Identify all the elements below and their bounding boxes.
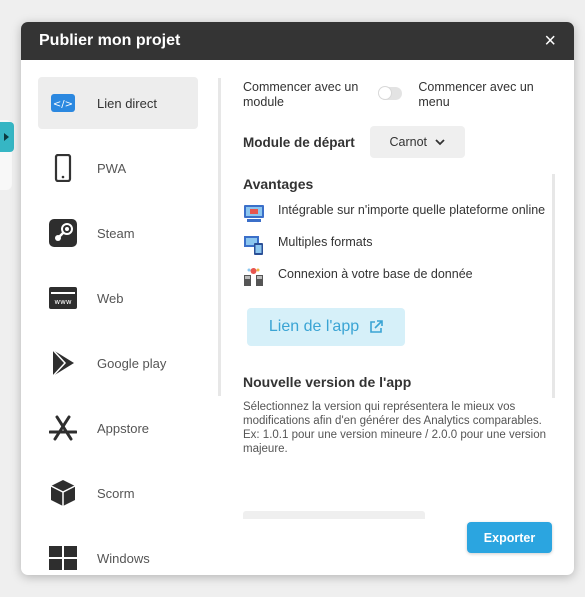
sidebar-item-label: Google play — [97, 355, 167, 371]
version-description: Sélectionnez la version qui représentera… — [243, 401, 547, 455]
start-mode-toggle[interactable] — [378, 86, 403, 100]
appstore-icon — [49, 414, 77, 442]
sidebar-item-steam[interactable]: Steam — [38, 207, 198, 259]
package-icon — [49, 479, 77, 507]
sidebar-item-label: Lien direct — [97, 95, 157, 111]
sidebar-item-appstore[interactable]: Appstore — [38, 402, 198, 454]
sidebar-item-pwa[interactable]: PWA — [38, 142, 198, 194]
start-mode-toggle-row: Commencer avec un module Commencer avec … — [243, 75, 563, 110]
sidebar-item-label: Scorm — [97, 485, 135, 501]
embed-icon — [243, 202, 265, 224]
sidebar-item-label: PWA — [97, 160, 127, 176]
content-scrollbar[interactable] — [552, 174, 555, 398]
app-link-button[interactable]: Lien de l'app — [247, 308, 405, 346]
sidebar-item-windows[interactable]: Windows — [38, 532, 198, 584]
advantage-text: Connexion à votre base de donnée — [278, 267, 473, 281]
start-module-select[interactable]: Carnot — [369, 126, 465, 158]
app-link-label: Lien de l'app — [268, 318, 360, 335]
sidebar-item-google-play[interactable]: Google play — [38, 337, 198, 389]
database-icon — [243, 266, 265, 288]
sidebar-item-scorm[interactable]: Scorm — [38, 467, 198, 519]
advantage-item: Multiples formats — [243, 234, 563, 256]
toggle-knob — [378, 86, 393, 100]
background-expand-tab[interactable] — [0, 122, 14, 152]
svg-text:</>: </> — [53, 99, 73, 110]
advantage-text: Intégrable sur n'importe quelle platefor… — [278, 203, 546, 217]
smartphone-icon — [49, 154, 77, 182]
browser-window-icon: www — [49, 284, 77, 312]
sidebar-item-label: Windows — [97, 550, 150, 566]
version-input[interactable] — [243, 511, 425, 519]
svg-text:www: www — [54, 298, 71, 306]
version-title: Nouvelle version de l'app — [243, 374, 412, 390]
modal-header: Publier mon projet × — [21, 22, 574, 60]
sidebar-divider — [218, 78, 221, 396]
publish-content: Commencer avec un module Commencer avec … — [243, 75, 563, 456]
sidebar-item-web[interactable]: www Web — [38, 272, 198, 324]
google-play-icon — [49, 349, 77, 377]
export-button[interactable]: Exporter — [467, 522, 552, 553]
sidebar-item-lien-direct[interactable]: </> Lien direct — [38, 77, 198, 129]
modal-title: Publier mon projet — [39, 32, 181, 49]
sidebar-item-label: Web — [97, 290, 124, 306]
windows-icon — [49, 544, 77, 572]
advantages-title: Avantages — [243, 176, 314, 192]
advantage-item: Intégrable sur n'importe quelle platefor… — [243, 202, 563, 224]
advantage-item: Connexion à votre base de donnée — [243, 266, 563, 288]
devices-icon — [243, 234, 265, 256]
advantage-text: Multiples formats — [278, 235, 373, 249]
start-module-row: Module de départ Carnot — [243, 126, 563, 158]
sidebar-item-label: Steam — [97, 225, 135, 241]
code-icon: </> — [49, 89, 77, 117]
publish-sidebar: </> Lien direct PWA Steam www Web Google… — [38, 77, 198, 597]
toggle-right-label: Commencer avec un menu — [418, 80, 534, 109]
close-button[interactable]: × — [544, 31, 556, 51]
start-module-label: Module de départ — [243, 134, 355, 150]
steam-icon — [49, 219, 77, 247]
external-link-icon — [370, 320, 383, 333]
chevron-down-icon — [435, 138, 445, 145]
toggle-left-label: Commencer avec un module — [243, 80, 359, 109]
start-module-value: Carnot — [389, 135, 428, 149]
sidebar-item-label: Appstore — [97, 420, 150, 436]
